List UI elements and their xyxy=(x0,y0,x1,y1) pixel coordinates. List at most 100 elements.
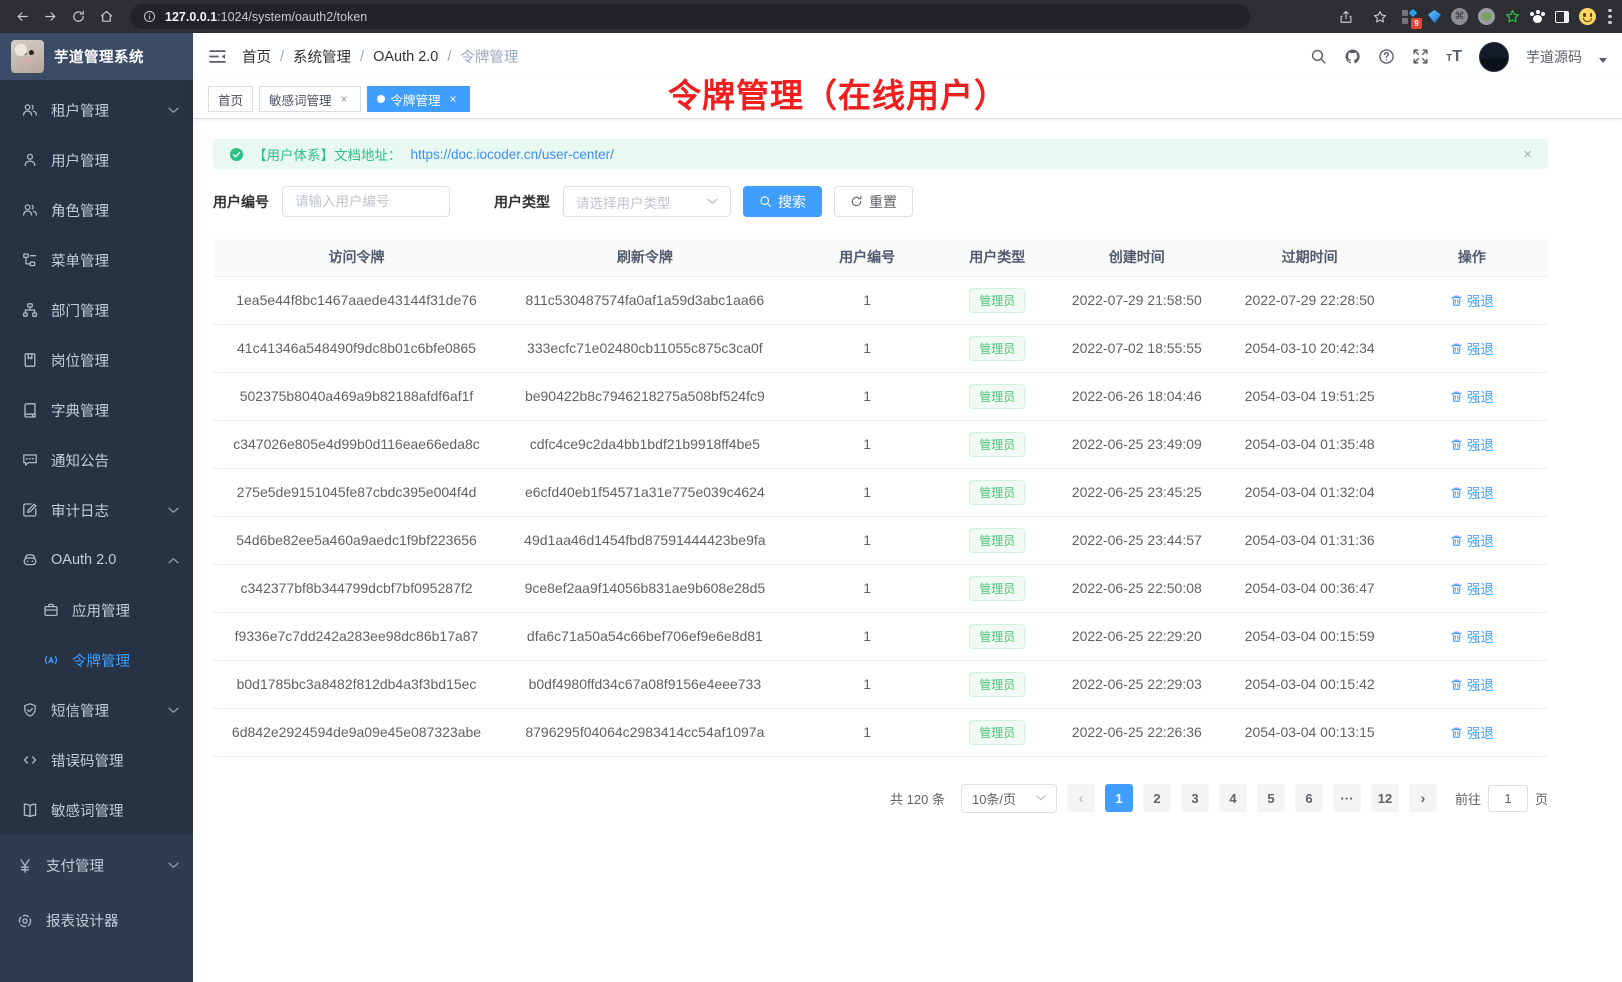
sidebar-item-oauth2-app[interactable]: 应用管理 xyxy=(0,585,193,635)
sidebar-item-tenant[interactable]: 租户管理 xyxy=(0,85,193,135)
extension-grid-icon[interactable]: 9 xyxy=(1402,9,1418,25)
tab-token[interactable]: 令牌管理× xyxy=(367,86,470,112)
sidebar-item-sensitive-word[interactable]: 敏感词管理 xyxy=(0,785,193,835)
user-id-input[interactable] xyxy=(282,186,450,217)
expire-time: 2054-03-10 20:42:34 xyxy=(1224,324,1396,372)
sidebar-item-notice[interactable]: 通知公告 xyxy=(0,435,193,485)
force-logout-button[interactable]: 强退 xyxy=(1450,722,1494,742)
github-icon[interactable] xyxy=(1344,48,1361,65)
force-logout-button[interactable]: 强退 xyxy=(1450,338,1494,358)
share-icon[interactable] xyxy=(1334,5,1358,29)
sidebar-item-report-designer[interactable]: 报表设计器 xyxy=(0,893,193,948)
close-icon[interactable]: × xyxy=(338,92,351,106)
profile-emoji-avatar[interactable] xyxy=(1579,8,1596,25)
reset-button[interactable]: 重置 xyxy=(834,186,913,217)
user-type-badge: 管理员 xyxy=(969,720,1025,745)
doc-link[interactable]: https://doc.iocoder.cn/user-center/ xyxy=(411,147,614,162)
page-button-1[interactable]: 1 xyxy=(1105,784,1133,812)
chat-bubble-icon xyxy=(22,452,38,468)
user-avatar[interactable] xyxy=(1479,42,1509,72)
sidebar-item-menu[interactable]: 菜单管理 xyxy=(0,235,193,285)
segmented-circle-icon xyxy=(17,913,33,929)
page-button-3[interactable]: 3 xyxy=(1181,784,1209,812)
page-button-5[interactable]: 5 xyxy=(1257,784,1285,812)
sidebar-item-user[interactable]: 用户管理 xyxy=(0,135,193,185)
next-page-button[interactable]: › xyxy=(1409,784,1437,812)
sidebar-item-pay[interactable]: 支付管理 xyxy=(0,838,193,893)
side-panel-icon[interactable] xyxy=(1555,11,1569,23)
force-logout-label: 强退 xyxy=(1467,530,1494,550)
force-logout-button[interactable]: 强退 xyxy=(1450,434,1494,454)
sidebar-item-dict[interactable]: 字典管理 xyxy=(0,385,193,435)
user-type-select[interactable]: 请选择用户类型 xyxy=(563,186,731,217)
page-size-select[interactable]: 10条/页 xyxy=(961,784,1057,813)
browser-toolbar: 127.0.0.1:1024/system/oauth2/token 9 ⌘ xyxy=(0,0,1622,33)
prev-page-button[interactable]: ‹ xyxy=(1067,784,1095,812)
force-logout-button[interactable]: 强退 xyxy=(1450,626,1494,646)
browser-forward-button[interactable] xyxy=(38,5,62,29)
search-icon[interactable] xyxy=(1310,48,1327,65)
sidebar-item-sms[interactable]: 短信管理 xyxy=(0,685,193,735)
bookmark-star-icon[interactable] xyxy=(1368,5,1392,29)
tab-home[interactable]: 首页 xyxy=(208,86,253,112)
refresh-token: 333ecfc71e02480cb11055c875c3ca0f xyxy=(500,324,790,372)
search-button[interactable]: 搜索 xyxy=(743,186,822,217)
sidebar-item-oauth2-token[interactable]: 令牌管理 xyxy=(0,635,193,685)
command-extension-icon[interactable]: ⌘ xyxy=(1451,8,1468,25)
tab-sensitive-word[interactable]: 敏感词管理× xyxy=(259,86,361,112)
force-logout-button[interactable]: 强退 xyxy=(1450,290,1494,310)
close-icon[interactable]: × xyxy=(447,92,460,106)
access-token: 41c41346a548490f9dc8b01c6bfe0865 xyxy=(213,324,500,372)
browser-menu-icon[interactable] xyxy=(1608,9,1612,25)
paw-extension-icon[interactable] xyxy=(1530,10,1545,23)
more-pages-button[interactable]: ··· xyxy=(1333,784,1361,812)
search-icon xyxy=(759,195,772,208)
sidebar: 芋道管理系统 租户管理 用户管理 角色管理 菜单管理 部门管理 岗位管理 字典管… xyxy=(0,33,193,982)
green-star-extension-icon[interactable] xyxy=(1505,9,1520,24)
yen-icon xyxy=(17,858,33,874)
force-logout-button[interactable]: 强退 xyxy=(1450,530,1494,550)
breadcrumb-home[interactable]: 首页 xyxy=(242,46,271,67)
help-icon[interactable] xyxy=(1378,48,1395,65)
recorder-extension-icon[interactable] xyxy=(1478,8,1495,25)
sidebar-item-post[interactable]: 岗位管理 xyxy=(0,335,193,385)
page-button-2[interactable]: 2 xyxy=(1143,784,1171,812)
address-bar[interactable]: 127.0.0.1:1024/system/oauth2/token xyxy=(130,4,1250,29)
sidebar-item-role[interactable]: 角色管理 xyxy=(0,185,193,235)
sidebar-item-audit-log[interactable]: 审计日志 xyxy=(0,485,193,535)
force-logout-label: 强退 xyxy=(1467,722,1494,742)
browser-back-button[interactable] xyxy=(10,5,34,29)
check-circle-icon xyxy=(229,147,244,162)
created-time: 2022-06-25 22:29:20 xyxy=(1050,612,1224,660)
sidebar-item-error-code[interactable]: 错误码管理 xyxy=(0,735,193,785)
page-button-6[interactable]: 6 xyxy=(1295,784,1323,812)
browser-reload-button[interactable] xyxy=(66,5,90,29)
font-size-icon[interactable] xyxy=(1446,48,1462,66)
close-icon[interactable]: × xyxy=(1523,146,1532,163)
username[interactable]: 芋道源码 xyxy=(1526,47,1582,67)
breadcrumb-oauth2[interactable]: OAuth 2.0 xyxy=(373,49,438,65)
gem-extension-icon[interactable] xyxy=(1428,10,1441,23)
table-row: 1ea5e44f8bc1467aaede43144f31de76811c5304… xyxy=(213,276,1548,324)
col-actions: 操作 xyxy=(1396,239,1548,276)
page-button-12[interactable]: 12 xyxy=(1371,784,1399,812)
caret-down-icon[interactable] xyxy=(1599,58,1607,63)
goto-page-input[interactable] xyxy=(1488,785,1528,812)
search-button-label: 搜索 xyxy=(778,192,806,212)
force-logout-button[interactable]: 强退 xyxy=(1450,386,1494,406)
sidebar-item-oauth2[interactable]: OAuth 2.0 xyxy=(0,535,193,585)
page-button-4[interactable]: 4 xyxy=(1219,784,1247,812)
fullscreen-icon[interactable] xyxy=(1412,48,1429,65)
sidebar-item-dept[interactable]: 部门管理 xyxy=(0,285,193,335)
force-logout-button[interactable]: 强退 xyxy=(1450,674,1494,694)
reset-button-label: 重置 xyxy=(869,192,897,212)
force-logout-button[interactable]: 强退 xyxy=(1450,578,1494,598)
breadcrumb-system[interactable]: 系统管理 xyxy=(293,46,351,67)
trash-icon xyxy=(1450,486,1463,499)
sidebar-collapse-icon[interactable] xyxy=(208,48,227,65)
force-logout-button[interactable]: 强退 xyxy=(1450,482,1494,502)
browser-home-button[interactable] xyxy=(94,5,118,29)
site-info-icon[interactable] xyxy=(143,10,156,23)
refresh-token: 811c530487574fa0af1a59d3abc1aa66 xyxy=(500,276,790,324)
app-logo[interactable]: 芋道管理系统 xyxy=(0,33,193,80)
